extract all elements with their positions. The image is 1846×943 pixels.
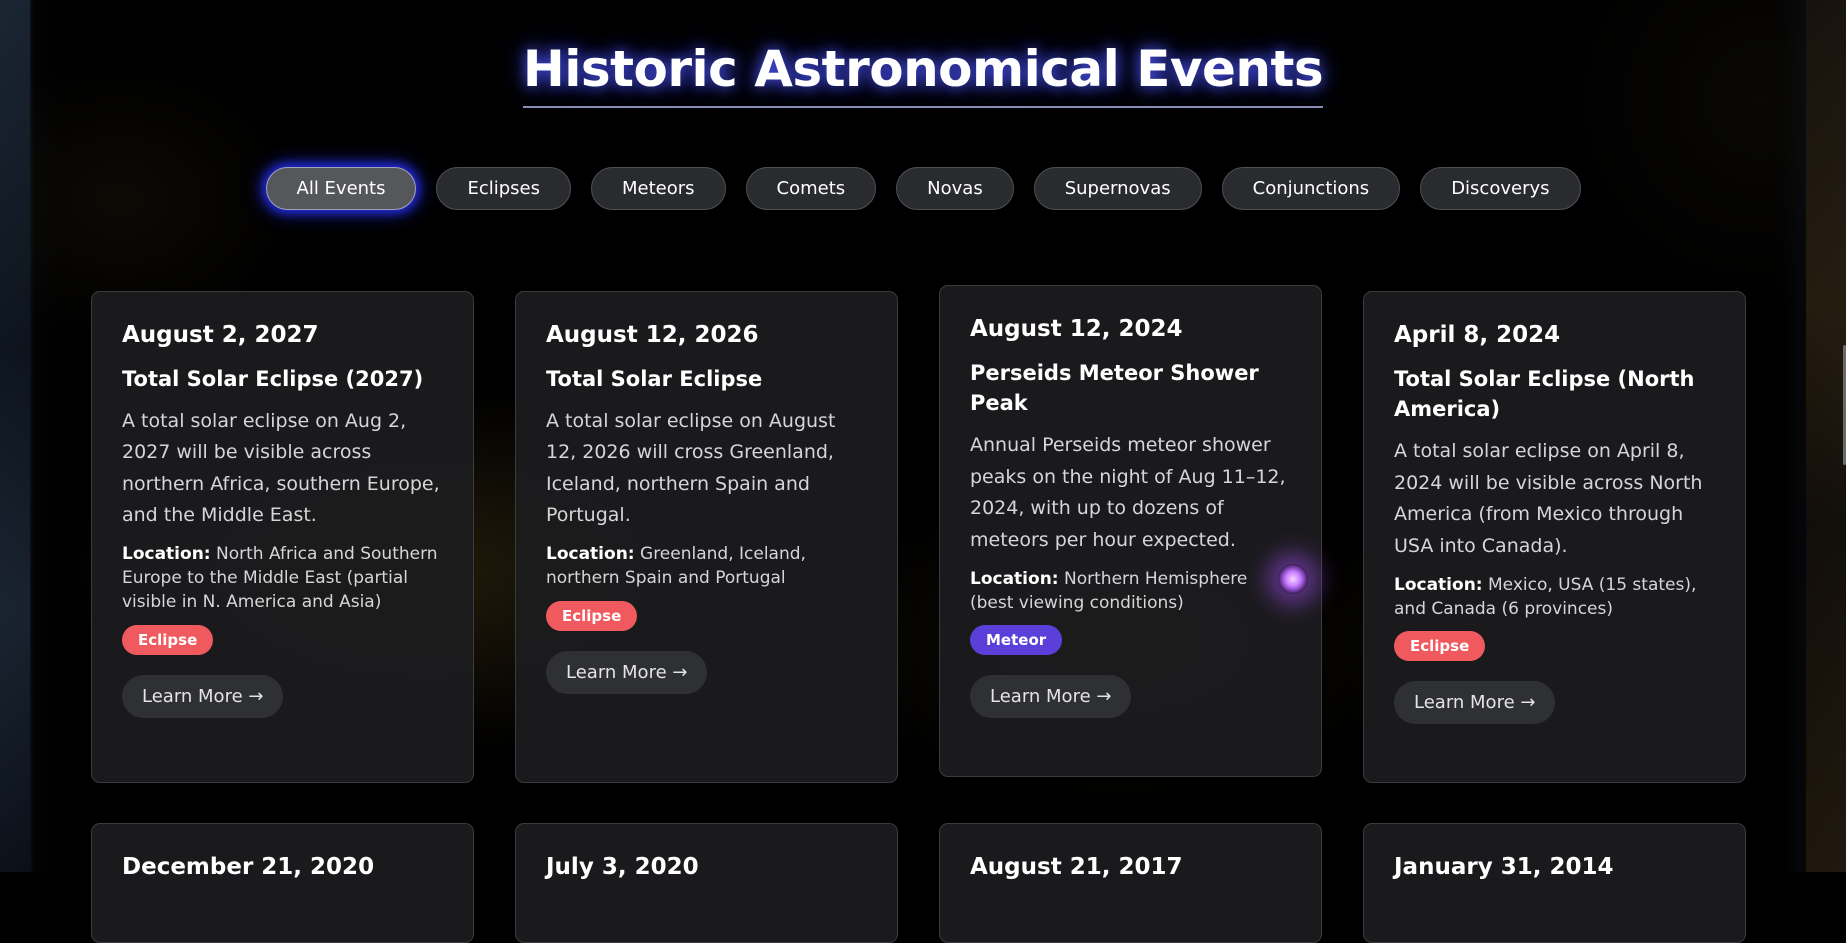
location-label: Location: <box>970 568 1059 589</box>
event-card[interactable]: August 12, 2026 Total Solar Eclipse A to… <box>515 291 898 783</box>
filter-eclipses-button[interactable]: Eclipses <box>436 167 572 210</box>
event-location: Location: Greenland, Iceland, northern S… <box>546 543 867 591</box>
event-card[interactable]: April 8, 2024 Total Solar Eclipse (North… <box>1363 291 1746 783</box>
event-card[interactable]: December 21, 2020 <box>91 823 474 943</box>
category-tag: Meteor <box>970 625 1063 656</box>
filter-all-events-button[interactable]: All Events <box>265 167 417 210</box>
page-title-text: Historic Astronomical Events <box>522 40 1324 108</box>
event-card[interactable]: August 21, 2017 <box>939 823 1322 943</box>
location-label: Location: <box>122 544 211 565</box>
location-label: Location: <box>1394 574 1483 595</box>
location-label: Location: <box>546 544 635 565</box>
event-date: August 2, 2027 <box>122 322 319 348</box>
event-date: July 3, 2020 <box>546 854 699 880</box>
event-date: August 21, 2017 <box>970 854 1183 880</box>
event-title: Total Solar Eclipse (2027) <box>122 366 424 391</box>
event-card[interactable]: August 2, 2027 Total Solar Eclipse (2027… <box>91 291 474 783</box>
page-title: Historic Astronomical Events <box>0 40 1846 108</box>
filter-meteors-button[interactable]: Meteors <box>591 167 726 210</box>
event-location: Location: North Africa and Southern Euro… <box>122 543 443 614</box>
category-tag: Eclipse <box>546 601 638 631</box>
event-date: April 8, 2024 <box>1394 322 1561 348</box>
filter-novas-button[interactable]: Novas <box>896 167 1014 210</box>
filter-supernovas-button[interactable]: Supernovas <box>1033 167 1202 210</box>
event-date: August 12, 2026 <box>546 322 759 348</box>
event-date: January 31, 2014 <box>1394 854 1614 880</box>
cursor-glow-orb <box>1278 564 1308 594</box>
event-title: Total Solar Eclipse <box>546 366 763 391</box>
right-edge-backdrop <box>1806 0 1846 872</box>
left-edge-backdrop <box>0 0 30 872</box>
event-title: Total Solar Eclipse (North America) <box>1394 366 1695 422</box>
category-tag: Eclipse <box>1394 631 1486 662</box>
filter-conjunctions-button[interactable]: Conjunctions <box>1221 167 1401 210</box>
event-title: Perseids Meteor Shower Peak <box>970 360 1259 416</box>
event-date: August 12, 2024 <box>970 316 1183 342</box>
event-location: Location: Northern Hemisphere (best view… <box>970 568 1291 616</box>
event-location: Location: Mexico, USA (15 states), and C… <box>1394 574 1715 622</box>
event-description: A total solar eclipse on April 8, 2024 w… <box>1394 440 1703 557</box>
filter-comets-button[interactable]: Comets <box>745 167 877 210</box>
category-tag: Eclipse <box>122 624 214 655</box>
learn-more-button[interactable]: Learn More → <box>970 675 1132 719</box>
event-description: A total solar eclipse on Aug 2, 2027 wil… <box>122 410 440 527</box>
event-card[interactable]: July 3, 2020 <box>515 823 898 943</box>
learn-more-button[interactable]: Learn More → <box>122 674 284 718</box>
learn-more-button[interactable]: Learn More → <box>1394 681 1556 725</box>
event-description: Annual Perseids meteor shower peaks on t… <box>970 434 1286 551</box>
filter-bar: All Events Eclipses Meteors Comets Novas… <box>0 167 1846 210</box>
learn-more-button[interactable]: Learn More → <box>546 651 708 694</box>
event-description: A total solar eclipse on August 12, 2026… <box>546 410 836 527</box>
event-card[interactable]: January 31, 2014 <box>1363 823 1746 943</box>
event-card[interactable]: August 12, 2024 Perseids Meteor Shower P… <box>939 285 1322 777</box>
filter-discoverys-button[interactable]: Discoverys <box>1420 167 1581 210</box>
event-date: December 21, 2020 <box>122 854 375 880</box>
